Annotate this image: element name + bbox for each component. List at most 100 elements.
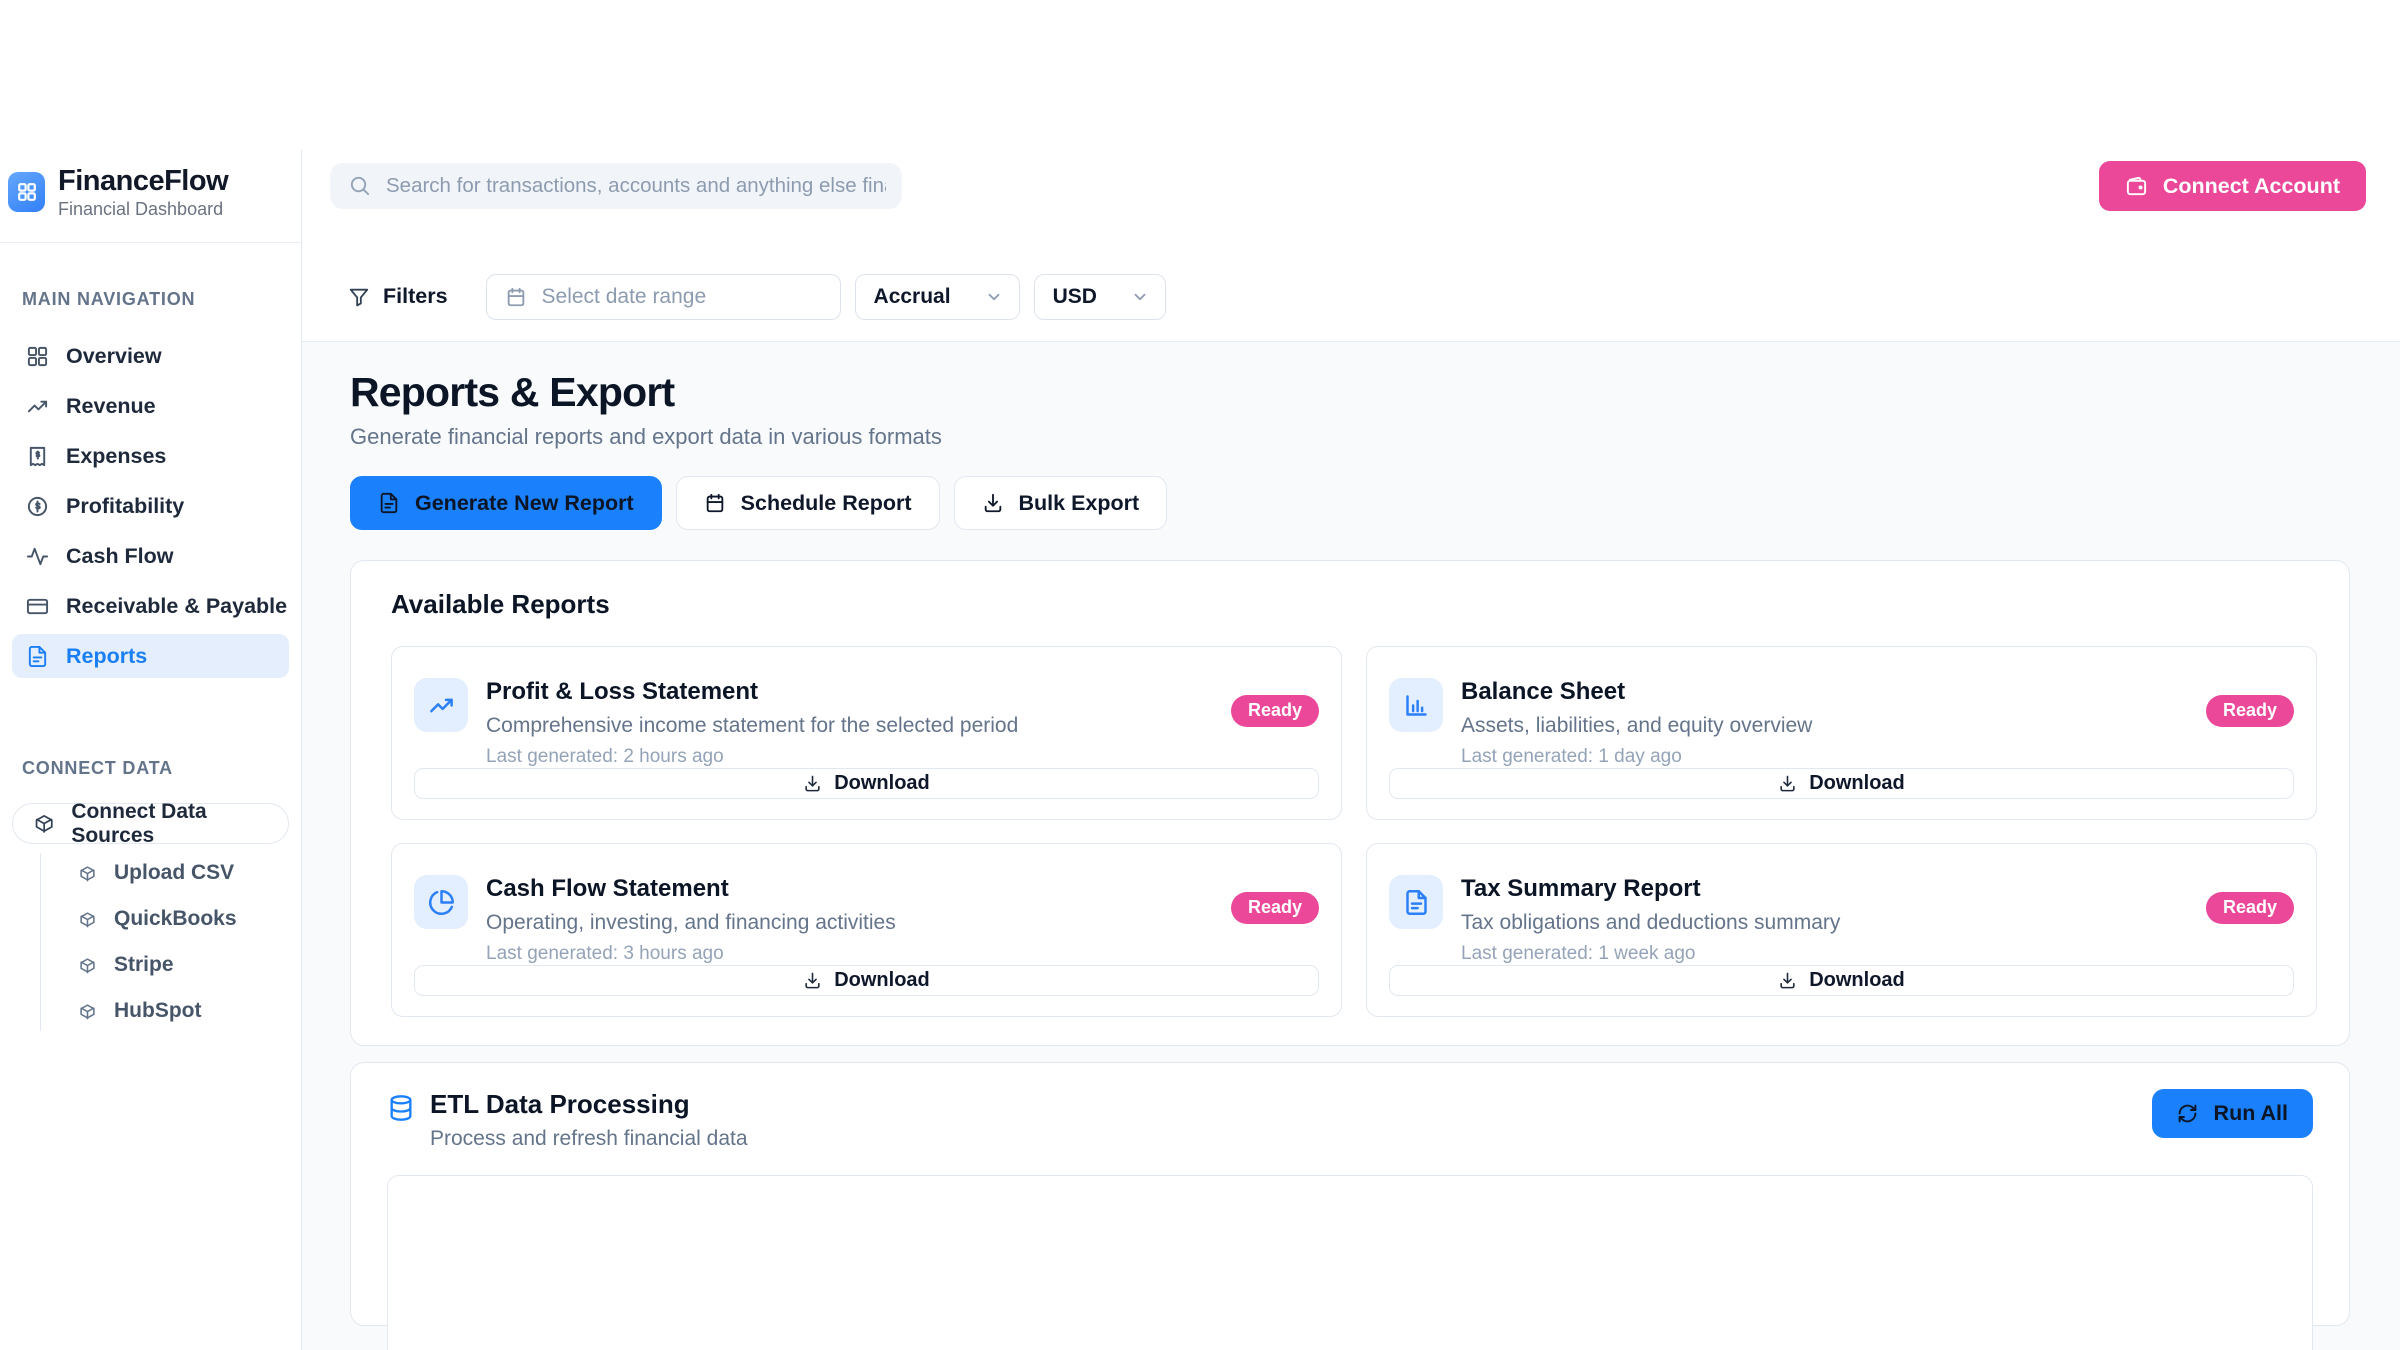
report-title: Tax Summary Report (1461, 875, 1840, 903)
file-text-icon (26, 645, 49, 668)
wallet-icon (2125, 175, 2148, 198)
currency-select[interactable]: USD (1034, 274, 1166, 320)
search-input[interactable] (330, 163, 902, 209)
trending-up-icon (428, 692, 455, 719)
pie-chart-icon (428, 889, 455, 916)
filters-label: Filters (383, 284, 448, 309)
report-icon-tile (414, 678, 468, 732)
connect-data-sources-button[interactable]: Connect Data Sources (12, 803, 289, 844)
date-range-placeholder: Select date range (542, 285, 707, 309)
run-all-label: Run All (2214, 1101, 2288, 1126)
source-item-upload-csv[interactable]: Upload CSV (79, 853, 301, 893)
sidebar-item-reports[interactable]: Reports (12, 634, 289, 678)
download-button[interactable]: Download (1389, 965, 2294, 996)
sidebar-item-label: Reports (66, 644, 147, 669)
connect-data-sources-label: Connect Data Sources (71, 800, 288, 848)
connect-data-label: CONNECT DATA (22, 758, 301, 779)
source-item-label: Stripe (114, 953, 174, 977)
package-icon (79, 957, 96, 974)
package-icon (34, 813, 54, 834)
chevron-down-icon (985, 288, 1003, 306)
page-title: Reports & Export (350, 368, 2350, 416)
schedule-report-button[interactable]: Schedule Report (676, 476, 940, 530)
download-button[interactable]: Download (414, 965, 1319, 996)
refresh-icon (2177, 1103, 2198, 1124)
download-icon (803, 774, 822, 793)
app-logo (8, 172, 45, 212)
report-title: Profit & Loss Statement (486, 678, 1018, 706)
accounting-method-value: Accrual (874, 285, 951, 309)
date-range-picker[interactable]: Select date range (486, 274, 841, 320)
sidebar-item-label: Cash Flow (66, 544, 174, 569)
source-item-label: QuickBooks (114, 907, 237, 931)
source-item-quickbooks[interactable]: QuickBooks (79, 899, 301, 939)
credit-card-icon (26, 595, 49, 618)
bulk-export-button[interactable]: Bulk Export (954, 476, 1168, 530)
sidebar: FinanceFlow Financial Dashboard MAIN NAV… (0, 150, 302, 1350)
status-badge: Ready (1231, 892, 1319, 924)
filters-toggle[interactable]: Filters (348, 284, 448, 309)
sidebar-item-label: Profitability (66, 494, 184, 519)
sidebar-item-profitability[interactable]: Profitability (12, 484, 289, 528)
sidebar-item-revenue[interactable]: Revenue (12, 384, 289, 428)
source-item-label: Upload CSV (114, 861, 234, 885)
etl-jobs-card (387, 1175, 2313, 1350)
download-button[interactable]: Download (414, 768, 1319, 799)
app-name: FinanceFlow (58, 165, 228, 197)
sidebar-item-cash-flow[interactable]: Cash Flow (12, 534, 289, 578)
source-item-label: HubSpot (114, 999, 201, 1023)
trending-up-icon (26, 395, 49, 418)
report-last-generated: Last generated: 1 day ago (1461, 746, 1812, 768)
circle-dollar-icon (26, 495, 49, 518)
etl-panel: ETL Data Processing Process and refresh … (350, 1062, 2350, 1326)
sidebar-item-receivable-payable[interactable]: Receivable & Payable (12, 584, 289, 628)
package-icon (79, 911, 96, 928)
download-button[interactable]: Download (1389, 768, 2294, 799)
report-actions: Generate New Report Schedule Report Bulk… (350, 476, 2350, 530)
source-item-hubspot[interactable]: HubSpot (79, 991, 301, 1031)
accounting-method-select[interactable]: Accrual (855, 274, 1020, 320)
report-card-profit-loss: Profit & Loss Statement Comprehensive in… (391, 646, 1342, 820)
download-icon (803, 971, 822, 990)
layout-grid-icon (26, 345, 49, 368)
page-content: Reports & Export Generate financial repo… (302, 342, 2400, 1350)
sidebar-item-label: Receivable & Payable (66, 594, 287, 619)
download-label: Download (1809, 969, 1905, 992)
page-subtitle: Generate financial reports and export da… (350, 424, 2350, 450)
database-icon (387, 1093, 415, 1125)
download-label: Download (1809, 772, 1905, 795)
main-area: Connect Account Filters Select date rang… (302, 150, 2400, 1350)
report-last-generated: Last generated: 3 hours ago (486, 943, 896, 965)
file-text-icon (378, 492, 400, 514)
report-cards-grid: Profit & Loss Statement Comprehensive in… (391, 646, 2317, 1017)
generate-new-report-button[interactable]: Generate New Report (350, 476, 662, 530)
bar-chart-icon (1403, 692, 1430, 719)
calendar-icon (505, 286, 527, 308)
report-last-generated: Last generated: 1 week ago (1461, 943, 1840, 965)
report-description: Comprehensive income statement for the s… (486, 713, 1018, 738)
funnel-icon (348, 286, 370, 308)
activity-icon (26, 545, 49, 568)
currency-value: USD (1053, 285, 1097, 309)
generate-new-report-label: Generate New Report (415, 491, 634, 516)
calendar-icon (704, 492, 726, 514)
download-icon (1778, 774, 1797, 793)
download-icon (982, 492, 1004, 514)
report-description: Assets, liabilities, and equity overview (1461, 713, 1812, 738)
run-all-button[interactable]: Run All (2152, 1089, 2313, 1138)
sidebar-item-expenses[interactable]: Expenses (12, 434, 289, 478)
connect-account-button[interactable]: Connect Account (2099, 161, 2366, 211)
sidebar-item-overview[interactable]: Overview (12, 334, 289, 378)
etl-subtitle: Process and refresh financial data (430, 1127, 748, 1151)
report-title: Cash Flow Statement (486, 875, 896, 903)
source-item-stripe[interactable]: Stripe (79, 945, 301, 985)
chevron-down-icon (1131, 288, 1149, 306)
search-icon (348, 174, 371, 197)
report-icon-tile (414, 875, 468, 929)
sidebar-item-label: Overview (66, 344, 162, 369)
package-icon (79, 865, 96, 882)
sidebar-item-label: Revenue (66, 394, 156, 419)
app-frame: FinanceFlow Financial Dashboard MAIN NAV… (0, 150, 2400, 1350)
sidebar-item-label: Expenses (66, 444, 166, 469)
schedule-report-label: Schedule Report (741, 491, 912, 516)
